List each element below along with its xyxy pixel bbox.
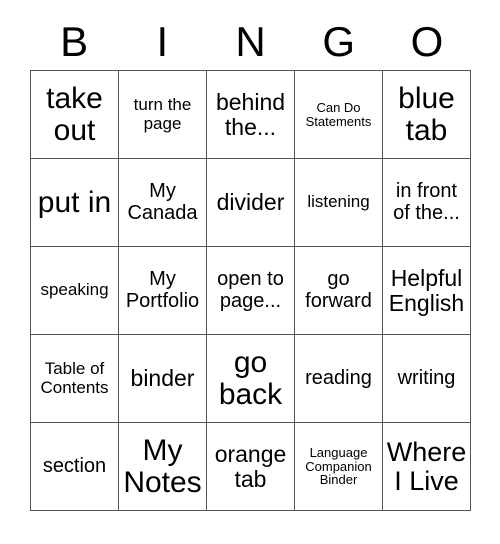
bingo-cell-label: speaking <box>40 280 109 300</box>
bingo-cell-label: turn the page <box>133 95 192 133</box>
bingo-cell-label: binder <box>130 365 195 392</box>
bingo-cell[interactable]: writing <box>383 335 471 423</box>
bingo-cell-label: go back <box>218 345 283 411</box>
bingo-cell[interactable]: speaking <box>31 247 119 335</box>
bingo-row: take out turn the page behind the... Can… <box>31 71 471 159</box>
bingo-cell[interactable]: orange tab <box>207 423 295 511</box>
bingo-cell[interactable]: Table of Contents <box>31 335 119 423</box>
bingo-cell-label: blue tab <box>398 81 455 147</box>
bingo-cell[interactable]: Can Do Statements <box>295 71 383 159</box>
bingo-cell-label: divider <box>216 189 285 216</box>
bingo-cell[interactable]: Language Companion Binder <box>295 423 383 511</box>
bingo-row: put in My Canada divider listening in fr… <box>31 159 471 247</box>
bingo-cell[interactable]: go forward <box>295 247 383 335</box>
bingo-cell[interactable]: reading <box>295 335 383 423</box>
bingo-cell-label: listening <box>307 192 370 212</box>
bingo-cell[interactable]: put in <box>31 159 119 247</box>
bingo-cell-label: Language Companion Binder <box>305 444 372 488</box>
bingo-cell[interactable]: turn the page <box>119 71 207 159</box>
bingo-header-letter-o: O <box>410 18 444 65</box>
bingo-cell[interactable]: Where I Live <box>383 423 471 511</box>
bingo-cell-label: take out <box>46 81 103 147</box>
bingo-cell[interactable]: blue tab <box>383 71 471 159</box>
bingo-cell-label: put in <box>37 185 112 219</box>
bingo-cell[interactable]: in front of the... <box>383 159 471 247</box>
bingo-row: speaking My Portfolio open to page... go… <box>31 247 471 335</box>
bingo-cell-label: My Portfolio <box>125 268 200 312</box>
bingo-cell-label: behind the... <box>215 89 286 140</box>
bingo-header-letter-b: B <box>60 18 89 65</box>
bingo-cell[interactable]: My Canada <box>119 159 207 247</box>
bingo-cell[interactable]: open to page... <box>207 247 295 335</box>
bingo-header-letter-i: I <box>156 18 169 65</box>
bingo-cell-label: Helpful English <box>388 265 465 316</box>
bingo-card: B I N G O take out turn the page behind … <box>30 14 471 516</box>
bingo-cell[interactable]: binder <box>119 335 207 423</box>
bingo-cell-label: My Canada <box>127 180 198 224</box>
bingo-cell[interactable]: take out <box>31 71 119 159</box>
bingo-cell[interactable]: divider <box>207 159 295 247</box>
bingo-cell[interactable]: My Notes <box>119 423 207 511</box>
bingo-cell-label: section <box>42 454 107 477</box>
bingo-cell[interactable]: My Portfolio <box>119 247 207 335</box>
bingo-cell[interactable]: listening <box>295 159 383 247</box>
bingo-cell-label: Table of Contents <box>40 359 109 397</box>
bingo-cell-label: go forward <box>305 268 372 312</box>
bingo-cell-label: My Notes <box>123 433 202 499</box>
bingo-header-row: B I N G O <box>30 14 471 70</box>
bingo-header-letter-g: G <box>322 18 356 65</box>
bingo-cell-label: Where I Live <box>386 436 467 496</box>
bingo-row: section My Notes orange tab Language Com… <box>31 423 471 511</box>
bingo-cell-label: reading <box>305 366 372 389</box>
bingo-grid: take out turn the page behind the... Can… <box>30 70 471 511</box>
bingo-cell[interactable]: section <box>31 423 119 511</box>
bingo-row: Table of Contents binder go back reading… <box>31 335 471 423</box>
bingo-cell[interactable]: behind the... <box>207 71 295 159</box>
bingo-cell[interactable]: go back <box>207 335 295 423</box>
bingo-cell-label: in front of the... <box>393 180 460 224</box>
bingo-cell[interactable]: Helpful English <box>383 247 471 335</box>
bingo-cell-label: open to page... <box>217 268 284 312</box>
bingo-cell-label: writing <box>397 366 456 389</box>
bingo-header-letter-n: N <box>235 18 266 65</box>
bingo-cell-label: Can Do Statements <box>305 99 372 129</box>
bingo-cell-label: orange tab <box>214 441 287 492</box>
